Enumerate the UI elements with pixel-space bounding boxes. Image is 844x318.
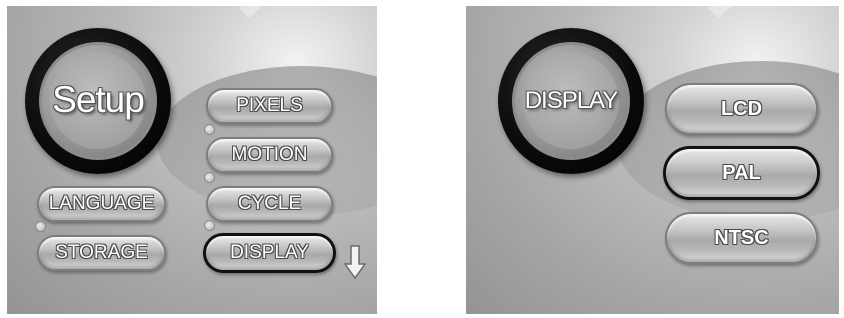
connector-dot xyxy=(204,220,215,231)
connector-dot xyxy=(204,124,215,135)
menu-item-motion[interactable]: MOTION xyxy=(206,137,333,173)
option-lcd[interactable]: LCD xyxy=(665,83,818,135)
display-submenu-screen: DISPLAY LCD PAL NTSC xyxy=(466,6,839,314)
menu-item-pixels[interactable]: PIXELS xyxy=(206,88,333,124)
setup-title-button: Setup xyxy=(25,28,171,174)
option-ntsc[interactable]: NTSC xyxy=(665,212,818,264)
down-arrow-icon[interactable] xyxy=(343,244,367,280)
menu-item-language[interactable]: LANGUAGE xyxy=(37,186,166,222)
connector-dot xyxy=(35,221,46,232)
option-pal[interactable]: PAL xyxy=(663,146,820,200)
setup-menu-screen: Setup PIXELS MOTION CYCLE DISPLAY LANGUA… xyxy=(7,6,377,314)
menu-item-cycle[interactable]: CYCLE xyxy=(206,186,333,222)
display-title-button: DISPLAY xyxy=(498,28,644,174)
menu-item-storage[interactable]: STORAGE xyxy=(37,235,166,271)
menu-item-display[interactable]: DISPLAY xyxy=(203,233,336,273)
connector-dot xyxy=(204,172,215,183)
display-title-label: DISPLAY xyxy=(524,87,619,114)
setup-title-label: Setup xyxy=(52,79,145,120)
